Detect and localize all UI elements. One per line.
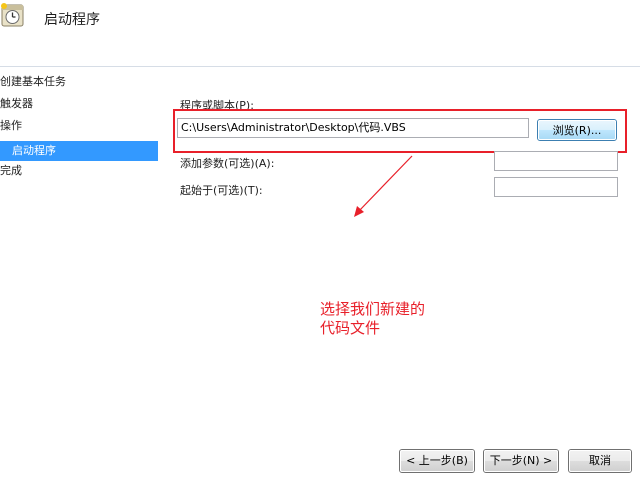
back-button-label: < 上一步(B) — [400, 450, 474, 472]
cancel-button[interactable]: 取消 — [568, 449, 632, 473]
cancel-button-label: 取消 — [569, 450, 631, 472]
annotation-line-1: 选择我们新建的 — [320, 300, 426, 318]
annotation-text: 选择我们新建的 代码文件 — [320, 300, 470, 338]
step-start-program: 启动程序 — [0, 141, 158, 161]
start-in-input[interactable] — [494, 177, 618, 197]
clock-task-icon — [0, 2, 26, 28]
start-in-label: 起始于(可选)(T): — [180, 184, 263, 197]
annotation-line-2: 代码文件 — [320, 319, 381, 337]
args-input[interactable] — [494, 151, 618, 171]
back-button[interactable]: < 上一步(B) — [399, 449, 475, 473]
step-trigger: 触发器 — [0, 97, 33, 110]
step-finish: 完成 — [0, 164, 22, 177]
next-button[interactable]: 下一步(N) > — [483, 449, 559, 473]
highlight-box — [173, 109, 627, 153]
annotation-arrow — [354, 155, 413, 217]
page-title: 启动程序 — [44, 12, 100, 28]
step-action: 操作 — [0, 119, 22, 132]
args-label: 添加参数(可选)(A): — [180, 157, 275, 170]
step-create-basic-task: 创建基本任务 — [0, 75, 66, 88]
wizard-header: 启动程序 — [0, 0, 640, 67]
wizard-steps: 创建基本任务 触发器 操作 启动程序 完成 — [0, 66, 158, 478]
next-button-label: 下一步(N) > — [484, 450, 558, 472]
